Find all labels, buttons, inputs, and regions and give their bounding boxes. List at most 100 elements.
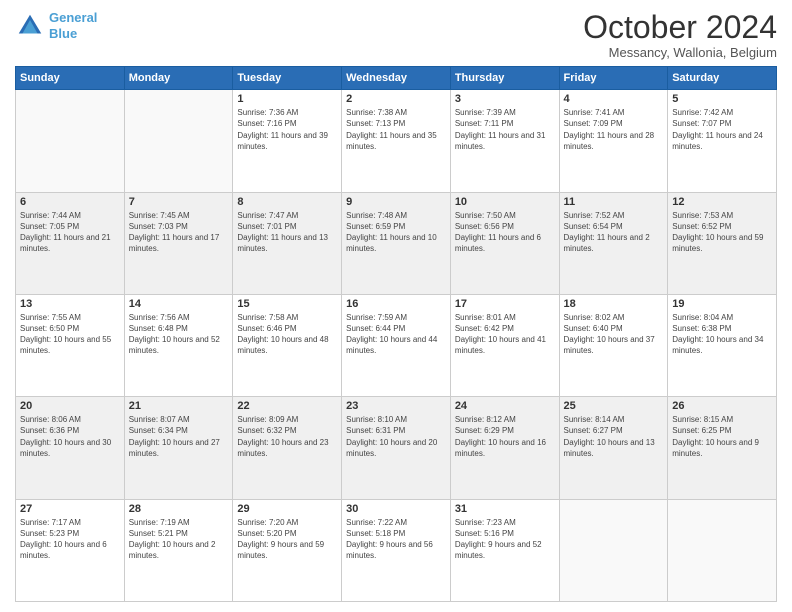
calendar-cell: 29 Sunrise: 7:20 AMSunset: 5:20 PMDayligh… [233, 499, 342, 601]
day-info: Sunrise: 7:38 AMSunset: 7:13 PMDaylight:… [346, 107, 446, 152]
day-number: 15 [237, 298, 337, 310]
day-info: Sunrise: 7:59 AMSunset: 6:44 PMDaylight:… [346, 312, 446, 357]
weekday-header-monday: Monday [124, 67, 233, 90]
calendar-week-row: 27Sunrise: 7:17 AMSunset: 5:23 PMDayligh… [16, 499, 777, 601]
calendar-cell: 30 Sunrise: 7:22 AMSunset: 5:18 PMDayligh… [342, 499, 451, 601]
location: Messancy, Wallonia, Belgium [583, 45, 777, 60]
day-info: Sunrise: 7:56 AMSunset: 6:48 PMDaylight:… [129, 312, 229, 357]
logo-line2: Blue [49, 26, 77, 41]
calendar-cell: 21 Sunrise: 8:07 AMSunset: 6:34 PMDayligh… [124, 397, 233, 499]
calendar-cell: 13Sunrise: 7:55 AMSunset: 6:50 PMDayligh… [16, 294, 125, 396]
day-number: 19 [672, 298, 772, 310]
header: General Blue October 2024 Messancy, Wall… [15, 10, 777, 60]
day-info: Sunrise: 7:41 AMSunset: 7:09 PMDaylight:… [564, 107, 664, 152]
day-number: 5 [672, 93, 772, 105]
calendar-cell: 18 Sunrise: 8:02 AMSunset: 6:40 PMDayligh… [559, 294, 668, 396]
calendar-cell: 26Sunrise: 8:15 AMSunset: 6:25 PMDayligh… [668, 397, 777, 499]
day-number: 25 [564, 400, 664, 412]
calendar-cell: 14Sunrise: 7:56 AMSunset: 6:48 PMDayligh… [124, 294, 233, 396]
calendar-cell: 4Sunrise: 7:41 AMSunset: 7:09 PMDaylight… [559, 90, 668, 192]
calendar-cell: 27Sunrise: 7:17 AMSunset: 5:23 PMDayligh… [16, 499, 125, 601]
day-number: 22 [237, 400, 337, 412]
logo-text: General Blue [49, 10, 97, 41]
day-info: Sunrise: 8:07 AMSunset: 6:34 PMDaylight:… [129, 414, 229, 459]
day-info: Sunrise: 7:39 AMSunset: 7:11 PMDaylight:… [455, 107, 555, 152]
calendar-cell [16, 90, 125, 192]
day-info: Sunrise: 8:10 AMSunset: 6:31 PMDaylight:… [346, 414, 446, 459]
logo: General Blue [15, 10, 97, 41]
day-number: 24 [455, 400, 555, 412]
calendar-cell: 15 Sunrise: 7:58 AMSunset: 6:46 PMDayligh… [233, 294, 342, 396]
weekday-header-saturday: Saturday [668, 67, 777, 90]
calendar-cell [559, 499, 668, 601]
calendar-cell: 19 Sunrise: 8:04 AMSunset: 6:38 PMDayligh… [668, 294, 777, 396]
day-number: 11 [564, 196, 664, 208]
day-number: 8 [237, 196, 337, 208]
day-number: 12 [672, 196, 772, 208]
calendar-cell: 20 Sunrise: 8:06 AMSunset: 6:36 PMDayligh… [16, 397, 125, 499]
calendar-week-row: 6 Sunrise: 7:44 AMSunset: 7:05 PMDaylight… [16, 192, 777, 294]
calendar-cell: 23Sunrise: 8:10 AMSunset: 6:31 PMDayligh… [342, 397, 451, 499]
day-info: Sunrise: 8:02 AMSunset: 6:40 PMDaylight:… [564, 312, 664, 357]
calendar-week-row: 13Sunrise: 7:55 AMSunset: 6:50 PMDayligh… [16, 294, 777, 396]
day-number: 20 [20, 400, 120, 412]
page: General Blue October 2024 Messancy, Wall… [0, 0, 792, 612]
day-number: 9 [346, 196, 446, 208]
calendar-week-row: 1 Sunrise: 7:36 AMSunset: 7:16 PMDaylight… [16, 90, 777, 192]
calendar-cell: 25 Sunrise: 8:14 AMSunset: 6:27 PMDayligh… [559, 397, 668, 499]
day-info: Sunrise: 8:12 AMSunset: 6:29 PMDaylight:… [455, 414, 555, 459]
day-number: 29 [237, 503, 337, 515]
day-number: 21 [129, 400, 229, 412]
weekday-header-sunday: Sunday [16, 67, 125, 90]
calendar-cell: 5Sunrise: 7:42 AMSunset: 7:07 PMDaylight… [668, 90, 777, 192]
day-number: 2 [346, 93, 446, 105]
day-info: Sunrise: 7:45 AMSunset: 7:03 PMDaylight:… [129, 210, 229, 255]
calendar-cell: 16 Sunrise: 7:59 AMSunset: 6:44 PMDayligh… [342, 294, 451, 396]
day-info: Sunrise: 7:20 AMSunset: 5:20 PMDaylight:… [237, 517, 337, 562]
day-info: Sunrise: 7:36 AMSunset: 7:16 PMDaylight:… [237, 107, 337, 152]
calendar-cell: 1 Sunrise: 7:36 AMSunset: 7:16 PMDaylight… [233, 90, 342, 192]
day-number: 7 [129, 196, 229, 208]
day-info: Sunrise: 7:50 AMSunset: 6:56 PMDaylight:… [455, 210, 555, 255]
day-info: Sunrise: 7:52 AMSunset: 6:54 PMDaylight:… [564, 210, 664, 255]
day-number: 3 [455, 93, 555, 105]
calendar-table: SundayMondayTuesdayWednesdayThursdayFrid… [15, 66, 777, 602]
calendar-cell: 12 Sunrise: 7:53 AMSunset: 6:52 PMDayligh… [668, 192, 777, 294]
calendar-cell: 31Sunrise: 7:23 AMSunset: 5:16 PMDayligh… [450, 499, 559, 601]
day-number: 1 [237, 93, 337, 105]
calendar-cell: 2 Sunrise: 7:38 AMSunset: 7:13 PMDaylight… [342, 90, 451, 192]
calendar-cell [124, 90, 233, 192]
day-number: 6 [20, 196, 120, 208]
calendar-cell: 3 Sunrise: 7:39 AMSunset: 7:11 PMDaylight… [450, 90, 559, 192]
day-info: Sunrise: 7:23 AMSunset: 5:16 PMDaylight:… [455, 517, 555, 562]
day-info: Sunrise: 7:53 AMSunset: 6:52 PMDaylight:… [672, 210, 772, 255]
day-info: Sunrise: 8:09 AMSunset: 6:32 PMDaylight:… [237, 414, 337, 459]
day-number: 17 [455, 298, 555, 310]
day-number: 18 [564, 298, 664, 310]
calendar-cell: 11 Sunrise: 7:52 AMSunset: 6:54 PMDayligh… [559, 192, 668, 294]
day-number: 16 [346, 298, 446, 310]
day-info: Sunrise: 7:44 AMSunset: 7:05 PMDaylight:… [20, 210, 120, 255]
day-number: 30 [346, 503, 446, 515]
logo-line1: General [49, 10, 97, 25]
day-info: Sunrise: 8:06 AMSunset: 6:36 PMDaylight:… [20, 414, 120, 459]
day-info: Sunrise: 7:58 AMSunset: 6:46 PMDaylight:… [237, 312, 337, 357]
day-number: 13 [20, 298, 120, 310]
logo-icon [15, 11, 45, 41]
weekday-header-friday: Friday [559, 67, 668, 90]
calendar-cell: 17 Sunrise: 8:01 AMSunset: 6:42 PMDayligh… [450, 294, 559, 396]
day-info: Sunrise: 7:47 AMSunset: 7:01 PMDaylight:… [237, 210, 337, 255]
day-info: Sunrise: 7:22 AMSunset: 5:18 PMDaylight:… [346, 517, 446, 562]
day-info: Sunrise: 8:04 AMSunset: 6:38 PMDaylight:… [672, 312, 772, 357]
weekday-header-thursday: Thursday [450, 67, 559, 90]
title-area: October 2024 Messancy, Wallonia, Belgium [583, 10, 777, 60]
calendar-cell: 9 Sunrise: 7:48 AMSunset: 6:59 PMDaylight… [342, 192, 451, 294]
weekday-header-wednesday: Wednesday [342, 67, 451, 90]
month-title: October 2024 [583, 10, 777, 45]
calendar-cell: 22 Sunrise: 8:09 AMSunset: 6:32 PMDayligh… [233, 397, 342, 499]
calendar-cell: 10 Sunrise: 7:50 AMSunset: 6:56 PMDayligh… [450, 192, 559, 294]
day-info: Sunrise: 7:48 AMSunset: 6:59 PMDaylight:… [346, 210, 446, 255]
day-info: Sunrise: 8:01 AMSunset: 6:42 PMDaylight:… [455, 312, 555, 357]
day-number: 10 [455, 196, 555, 208]
day-info: Sunrise: 8:14 AMSunset: 6:27 PMDaylight:… [564, 414, 664, 459]
